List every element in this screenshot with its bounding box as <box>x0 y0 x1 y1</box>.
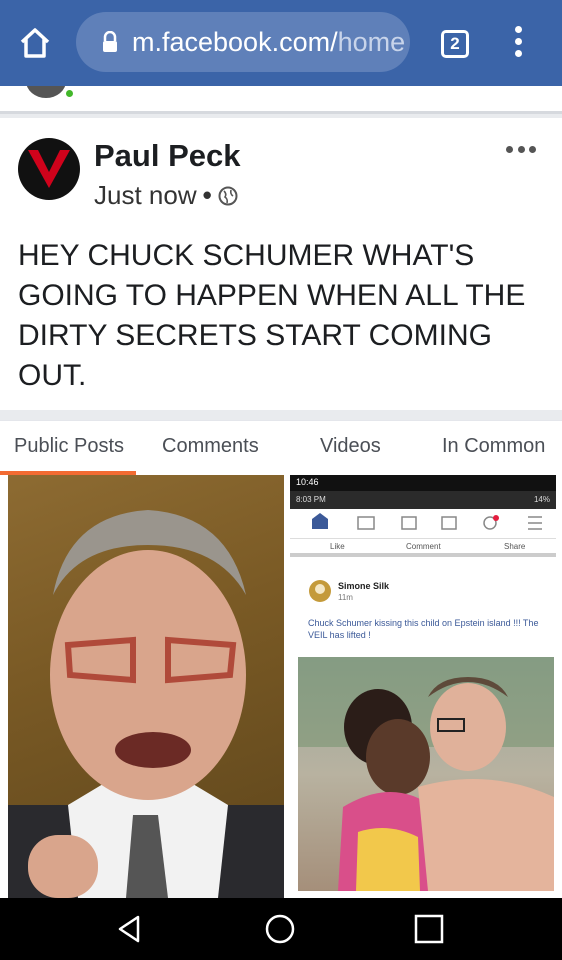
inner-photo <box>298 657 554 891</box>
portrait-illustration <box>8 510 284 898</box>
home-circle-icon[interactable] <box>263 912 297 946</box>
photo-screenshot[interactable]: 10:46 8:03 PM 14% Like Comment Share Sim… <box>290 475 556 898</box>
overflow-menu-icon[interactable] <box>510 26 526 62</box>
photo-portrait[interactable] <box>8 475 284 898</box>
avatar <box>26 86 66 98</box>
post-time[interactable]: Just now <box>94 180 197 211</box>
home-icon[interactable] <box>18 26 52 60</box>
browser-toolbar: m.facebook.com/home 2 <box>0 0 562 86</box>
photo-grid: 10:46 8:03 PM 14% Like Comment Share Sim… <box>0 475 562 898</box>
author-name[interactable]: Paul Peck <box>94 138 240 174</box>
inner-post: Simone Silk 11m Chuck Schumer kissing th… <box>290 561 556 671</box>
back-icon[interactable] <box>112 912 146 946</box>
post-card: Paul Peck Just now • HEY CHUCK SCHUMER W… <box>0 118 562 410</box>
inner-notification-bar: 8:03 PM 14% <box>290 491 556 509</box>
profile-tabs: Public Posts Comments Videos In Common <box>0 420 562 475</box>
post-meta: Just now • <box>94 180 238 211</box>
tab-videos[interactable]: Videos <box>320 435 381 458</box>
inner-status-bar: 10:46 <box>290 475 556 491</box>
tab-comments[interactable]: Comments <box>162 435 259 458</box>
recents-icon[interactable] <box>412 912 446 946</box>
url-path: home <box>337 26 406 57</box>
inner-action-row: Like Comment Share <box>290 539 556 557</box>
online-indicator <box>64 88 75 99</box>
tab-public-posts[interactable]: Public Posts <box>14 435 124 458</box>
author-avatar[interactable] <box>18 138 80 200</box>
previous-post-edge <box>0 86 562 114</box>
system-nav-bar <box>0 898 562 960</box>
tab-in-common[interactable]: In Common <box>442 435 545 458</box>
more-options-icon[interactable] <box>506 146 536 156</box>
url-bar[interactable]: m.facebook.com/home <box>76 12 410 72</box>
meta-separator: • <box>202 180 212 210</box>
url-domain: m.facebook.com/ <box>132 26 338 57</box>
inner-facebook-nav <box>290 509 556 539</box>
lock-icon <box>103 31 117 52</box>
globe-icon <box>218 186 238 205</box>
post-text: HEY CHUCK SCHUMER WHAT'S GOING TO HAPPEN… <box>18 239 526 392</box>
tab-count-button[interactable]: 2 <box>441 30 469 58</box>
